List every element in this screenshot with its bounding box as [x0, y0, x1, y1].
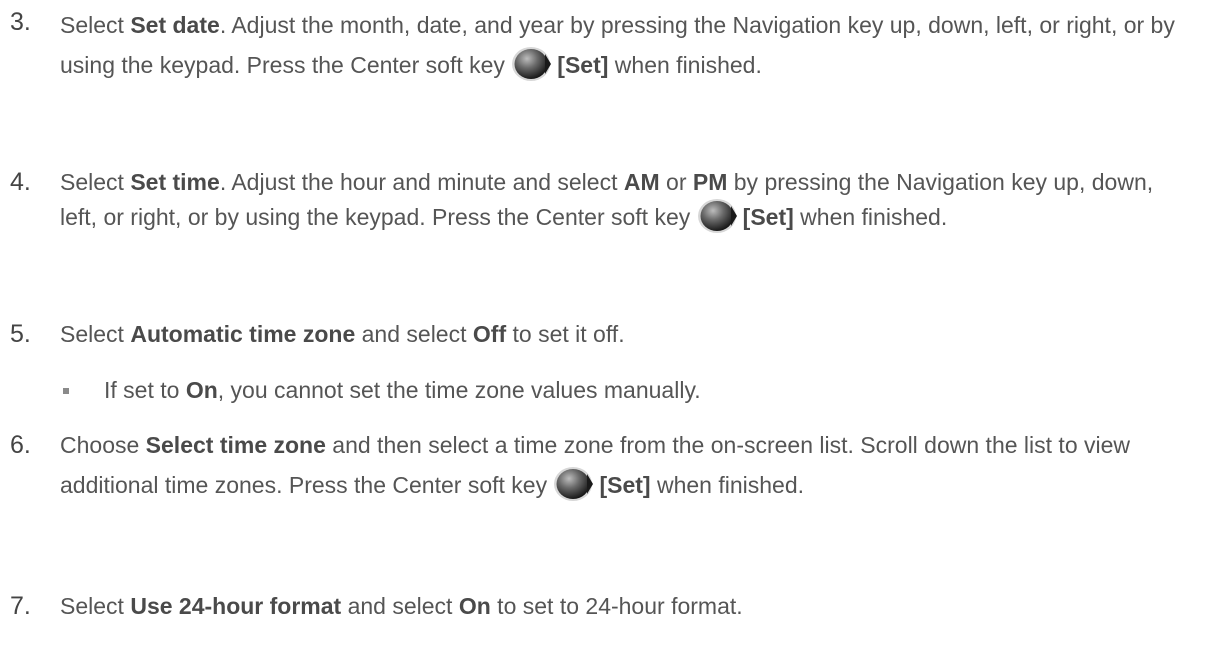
step-number: 5.: [10, 320, 31, 348]
step-text-part: Select: [60, 593, 131, 619]
step-text-part: when finished.: [608, 52, 762, 78]
step-term-pm: PM: [692, 169, 728, 195]
step-number: 7.: [10, 592, 31, 620]
step-text-part: to set it off.: [506, 321, 625, 347]
center-soft-key-icon: [512, 46, 552, 81]
bullet-marker: [63, 373, 73, 408]
note-text-part: , you cannot set the time zone values ma…: [217, 377, 701, 403]
step-text: Select Automatic time zone and select Of…: [60, 317, 1190, 352]
note-text: If set to On, you cannot set the time zo…: [104, 373, 1207, 408]
step-text-part: Select: [60, 12, 131, 38]
step-term-on: On: [458, 593, 491, 619]
step-number: 4.: [10, 168, 31, 196]
step-text: Select Set time. Adjust the hour and min…: [60, 165, 1190, 235]
note-text-part: If set to: [104, 377, 186, 403]
note-term-on: On: [185, 377, 218, 403]
step-text-part: Choose: [60, 432, 146, 458]
set-softkey-label: [Set]: [599, 472, 651, 498]
instruction-page: 3. Select Set date. Adjust the month, da…: [0, 0, 1207, 651]
step-term-set-date: Set date: [130, 12, 220, 38]
step-text-part: to set to 24-hour format.: [490, 593, 743, 619]
set-softkey-label: [Set]: [557, 52, 609, 78]
step-term-select-time-zone: Select time zone: [145, 432, 326, 458]
step-text-part: when finished.: [793, 204, 948, 230]
step-text-part: and select: [341, 593, 459, 619]
step-text: Select Set date. Adjust the month, date,…: [60, 5, 1190, 85]
step-text-part: when finished.: [650, 472, 805, 498]
step-term-set-time: Set time: [130, 169, 220, 195]
step-text-part: or: [659, 169, 693, 195]
step-term-use-24-hour-format: Use 24-hour format: [130, 593, 342, 619]
step-text: Choose Select time zone and then select …: [60, 425, 1190, 505]
step-term-am: AM: [623, 169, 660, 195]
step-term-off: Off: [472, 321, 507, 347]
center-soft-key-icon: [697, 198, 737, 233]
set-softkey-label: [Set]: [742, 204, 794, 230]
step-text-part: and select: [355, 321, 473, 347]
step-text-part: . Adjust the hour and minute and select: [219, 169, 624, 195]
center-soft-key-icon: [554, 466, 594, 501]
step-number: 6.: [10, 431, 31, 459]
step-text: Select Use 24-hour format and select On …: [60, 589, 1190, 624]
step-text-part: Select: [60, 321, 131, 347]
step-term-automatic-time-zone: Automatic time zone: [130, 321, 356, 347]
step-text-part: Select: [60, 169, 131, 195]
step-number: 3.: [10, 8, 31, 36]
